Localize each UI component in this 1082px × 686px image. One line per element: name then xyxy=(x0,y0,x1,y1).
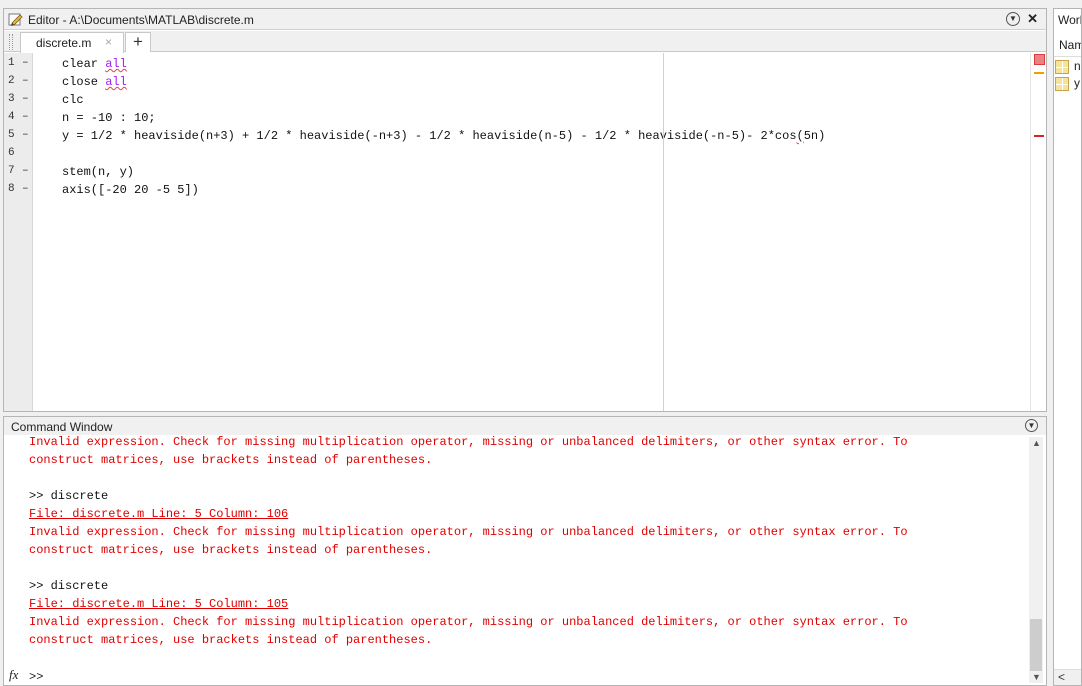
workspace-header[interactable]: Nam xyxy=(1054,31,1081,57)
scroll-down-icon[interactable]: ▼ xyxy=(1032,672,1041,682)
function-browser-icon[interactable]: fx xyxy=(9,667,18,683)
scroll-up-icon[interactable]: ▲ xyxy=(1032,438,1041,448)
code-editor-area[interactable]: clear all close all clc n = -10 : 10; y … xyxy=(34,53,1030,411)
workspace-variable[interactable]: y xyxy=(1054,76,1081,92)
code-line[interactable]: stem(n, y) xyxy=(62,165,134,179)
error-status-icon[interactable] xyxy=(1034,54,1045,65)
tabbar-grip-icon xyxy=(9,34,13,50)
matrix-icon xyxy=(1055,60,1069,74)
code-line[interactable]: y = 1/2 * heaviside(n+3) + 1/2 * heavisi… xyxy=(62,129,825,143)
editor-menu-icon[interactable]: ▼ xyxy=(1006,12,1020,26)
line-number: 3– xyxy=(8,93,29,105)
editor-tabbar: discrete.m × + xyxy=(4,31,1046,53)
breakpoint-dash[interactable]: – xyxy=(22,57,29,69)
line-number: 1– xyxy=(8,57,29,69)
command-prompt[interactable]: >> xyxy=(29,670,43,684)
error-location-link[interactable]: File: discrete.m Line: 5 Column: 106 xyxy=(29,507,288,521)
command-echo: >> discrete xyxy=(29,579,109,593)
workspace-panel: Work Nam n y < xyxy=(1053,8,1082,686)
editor-titlebar: Editor - A:\Documents\MATLAB\discrete.m … xyxy=(4,9,1046,30)
error-text: Invalid expression. Check for missing mu… xyxy=(29,435,908,449)
error-location-link[interactable]: File: discrete.m Line: 5 Column: 105 xyxy=(29,597,288,611)
code-line[interactable]: n = -10 : 10; xyxy=(62,111,156,125)
breakpoint-dash[interactable]: – xyxy=(22,93,29,105)
error-text: construct matrices, use brackets instead… xyxy=(29,453,433,467)
line-number: 6 xyxy=(8,147,15,159)
error-text: Invalid expression. Check for missing mu… xyxy=(29,525,908,539)
message-bar xyxy=(1030,53,1046,411)
command-echo: >> discrete xyxy=(29,489,109,503)
editor-close-icon[interactable]: ✕ xyxy=(1027,11,1038,27)
edit-pencil-icon xyxy=(8,13,23,26)
breakpoint-dash[interactable]: – xyxy=(22,129,29,141)
command-window-menu-icon[interactable]: ▼ xyxy=(1025,419,1038,432)
breakpoint-dash[interactable]: – xyxy=(22,165,29,177)
code-line[interactable]: axis([-20 20 -5 5]) xyxy=(62,183,199,197)
add-tab-button[interactable]: + xyxy=(125,32,151,52)
matrix-icon xyxy=(1055,77,1069,91)
scroll-left-icon[interactable]: < xyxy=(1058,670,1065,684)
right-margin-line xyxy=(663,53,664,411)
error-text: Invalid expression. Check for missing mu… xyxy=(29,615,908,629)
warning-marker[interactable] xyxy=(1034,72,1044,74)
tab-discrete-m[interactable]: discrete.m × xyxy=(20,32,124,53)
line-number: 5– xyxy=(8,129,29,141)
workspace-hscrollbar[interactable]: < xyxy=(1054,669,1081,685)
command-window-scrollbar[interactable]: ▲ ▼ xyxy=(1029,437,1043,683)
line-number: 8– xyxy=(8,183,29,195)
name-column-header[interactable]: Nam xyxy=(1059,38,1081,52)
scrollbar-thumb[interactable] xyxy=(1030,619,1042,671)
line-number: 4– xyxy=(8,111,29,123)
breakpoint-dash[interactable]: – xyxy=(22,183,29,195)
error-text: construct matrices, use brackets instead… xyxy=(29,633,433,647)
code-line[interactable]: close all xyxy=(62,75,127,89)
editor-title: Editor - A:\Documents\MATLAB\discrete.m xyxy=(28,13,254,27)
editor-panel: Editor - A:\Documents\MATLAB\discrete.m … xyxy=(3,8,1047,412)
line-number-gutter: 1– 2– 3– 4– 5– 6 7– 8– xyxy=(4,53,33,411)
line-number: 7– xyxy=(8,165,29,177)
tab-close-icon[interactable]: × xyxy=(105,35,112,49)
tab-label: discrete.m xyxy=(36,36,92,50)
workspace-variable[interactable]: n xyxy=(1054,59,1081,75)
command-window[interactable]: Command Window ▼ Invalid expression. Che… xyxy=(3,416,1047,686)
code-line[interactable]: clear all xyxy=(62,57,127,71)
line-number: 2– xyxy=(8,75,29,87)
breakpoint-dash[interactable]: – xyxy=(22,111,29,123)
command-window-titlebar: Command Window ▼ xyxy=(4,417,1046,435)
breakpoint-dash[interactable]: – xyxy=(22,75,29,87)
workspace-title: Work xyxy=(1058,13,1081,27)
error-marker[interactable] xyxy=(1034,135,1044,137)
command-window-title: Command Window xyxy=(11,420,113,434)
code-line[interactable]: clc xyxy=(62,93,84,107)
error-text: construct matrices, use brackets instead… xyxy=(29,543,433,557)
